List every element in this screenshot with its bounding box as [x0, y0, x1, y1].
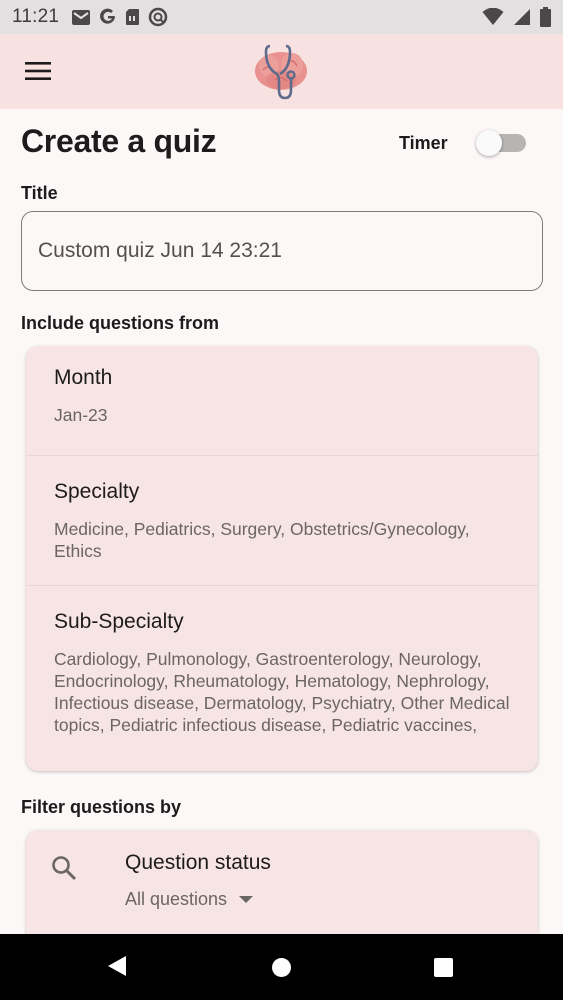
do-not-disturb-icon: [148, 7, 168, 27]
divider: [26, 455, 538, 456]
app-bar: [0, 34, 563, 109]
status-time: 11:21: [12, 6, 60, 27]
title-section-label: Title: [21, 183, 58, 203]
include-item-title: Month: [54, 366, 113, 389]
include-item-title: Specialty: [54, 480, 140, 503]
signal-icon: [513, 8, 531, 26]
status-bar: 11:21: [0, 0, 563, 34]
back-icon[interactable]: [107, 955, 127, 982]
timer-toggle[interactable]: [476, 130, 526, 156]
question-status-value: All questions: [125, 889, 228, 909]
include-questions-card: Month Jan-23 Specialty Medicine, Pediatr…: [26, 346, 538, 771]
home-icon[interactable]: [272, 958, 291, 977]
divider: [26, 585, 538, 586]
timer-toggle-thumb: [476, 130, 502, 156]
google-icon: [99, 8, 117, 26]
include-item-month[interactable]: Month Jan-23: [26, 366, 538, 426]
status-icons-left: [71, 7, 168, 27]
system-nav-bar: [0, 934, 563, 1000]
include-item-value: Cardiology, Pulmonology, Gastroenterolog…: [54, 649, 510, 735]
include-item-specialty[interactable]: Specialty Medicine, Pediatrics, Surgery,…: [26, 480, 538, 562]
gmail-icon: [71, 9, 91, 26]
include-item-value: Jan-23: [54, 405, 108, 425]
sim-card-icon: [125, 8, 140, 26]
chevron-down-icon: [239, 896, 254, 903]
include-item-value: Medicine, Pediatrics, Surgery, Obstetric…: [54, 519, 470, 561]
filter-questions-card: Question status All questions: [26, 830, 538, 934]
question-status-dropdown[interactable]: All questions: [125, 889, 254, 910]
page-title: Create a quiz: [21, 123, 217, 159]
recents-icon[interactable]: [434, 958, 453, 977]
quiz-title-input[interactable]: Custom quiz Jun 14 23:21: [21, 211, 543, 291]
question-status-title: Question status: [125, 851, 271, 874]
battery-icon: [540, 7, 551, 27]
main-content: Create a quiz Timer Title Custom quiz Ju…: [0, 109, 563, 934]
hamburger-menu-icon[interactable]: [20, 56, 56, 86]
include-section-label: Include questions from: [21, 313, 220, 333]
status-icons-right: [482, 7, 551, 27]
brain-stethoscope-logo: [253, 42, 309, 100]
timer-label: Timer: [399, 133, 448, 153]
include-item-sub-specialty[interactable]: Sub-Specialty Cardiology, Pulmonology, G…: [26, 610, 538, 736]
wifi-icon: [482, 8, 504, 26]
include-item-title: Sub-Specialty: [54, 610, 184, 633]
filter-section-label: Filter questions by: [21, 797, 182, 817]
search-icon: [50, 854, 78, 882]
